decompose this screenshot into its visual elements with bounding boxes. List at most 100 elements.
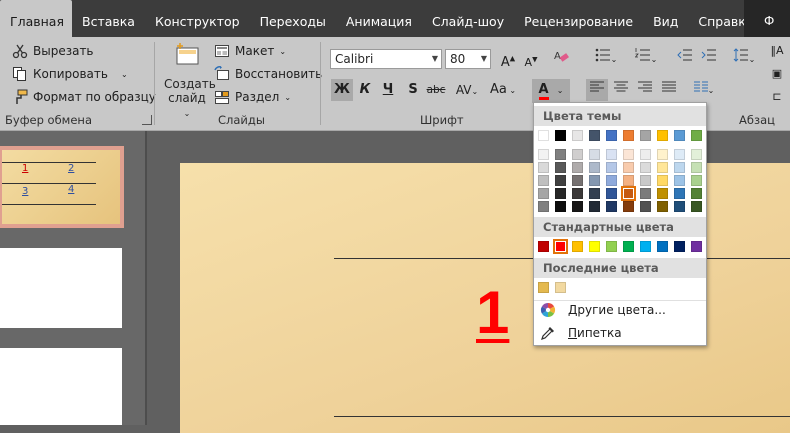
section-button[interactable]: Раздел ⌄ <box>214 89 291 105</box>
character-spacing-button[interactable]: AV⌄ <box>452 79 482 101</box>
increase-font-button[interactable]: A▲ <box>497 48 519 70</box>
copy-button[interactable]: Копировать ⌄ <box>12 66 128 82</box>
theme-shade-swatch[interactable] <box>657 162 668 173</box>
theme-shade-swatch[interactable] <box>606 201 617 212</box>
theme-shade-swatch[interactable] <box>538 188 549 199</box>
decrease-font-button[interactable]: A▼ <box>520 48 542 70</box>
smartart-button[interactable]: ⊏ <box>766 86 788 108</box>
theme-shade-swatch[interactable] <box>572 162 583 173</box>
change-case-button[interactable]: Aa ⌄ <box>487 79 519 101</box>
theme-shade-swatch[interactable] <box>640 149 651 160</box>
standard-color-swatch[interactable] <box>572 241 583 252</box>
font-size-combobox[interactable]: 80 ▼ <box>445 49 491 69</box>
theme-shade-swatch[interactable] <box>640 188 651 199</box>
theme-color-swatch[interactable] <box>606 130 617 141</box>
theme-shade-swatch[interactable] <box>623 162 634 173</box>
theme-shade-swatch[interactable] <box>538 201 549 212</box>
standard-color-swatch[interactable] <box>691 241 702 252</box>
standard-color-swatch[interactable] <box>674 241 685 252</box>
theme-shade-swatch[interactable] <box>691 201 702 212</box>
slide-thumbnail-3[interactable] <box>0 348 122 425</box>
slide-thumbnail-1[interactable]: 1 2 3 4 <box>0 146 124 228</box>
theme-shade-swatch[interactable] <box>674 201 685 212</box>
theme-color-swatch[interactable] <box>691 130 702 141</box>
theme-color-swatch[interactable] <box>623 130 634 141</box>
theme-shade-swatch[interactable] <box>555 175 566 186</box>
theme-shade-swatch[interactable] <box>691 188 702 199</box>
theme-shade-swatch[interactable] <box>674 149 685 160</box>
theme-shade-swatch[interactable] <box>589 175 600 186</box>
theme-shade-swatch[interactable] <box>640 175 651 186</box>
theme-color-swatch[interactable] <box>572 130 583 141</box>
theme-shade-swatch[interactable] <box>572 149 583 160</box>
slide-cell-number[interactable]: 1 <box>476 278 509 348</box>
standard-color-swatch[interactable] <box>640 241 651 252</box>
tab-file-right[interactable]: Ф <box>744 0 790 37</box>
slide-thumbnail-2[interactable] <box>0 248 122 328</box>
eyedropper-item[interactable]: Пипетка <box>534 322 706 344</box>
tab-view[interactable]: Вид <box>643 0 688 37</box>
theme-color-swatch[interactable] <box>555 130 566 141</box>
theme-shade-swatch[interactable] <box>640 162 651 173</box>
layout-button[interactable]: Макет ⌄ <box>214 43 286 59</box>
align-text-button[interactable]: ▣ <box>766 63 788 85</box>
theme-shade-swatch[interactable] <box>691 175 702 186</box>
theme-color-swatch[interactable] <box>674 130 685 141</box>
standard-color-swatch[interactable] <box>657 241 668 252</box>
theme-shade-swatch[interactable] <box>572 201 583 212</box>
chevron-down-icon[interactable]: ⌄ <box>121 70 128 79</box>
theme-shade-swatch[interactable] <box>572 175 583 186</box>
theme-shade-swatch[interactable] <box>623 175 634 186</box>
tab-home[interactable]: Главная <box>0 0 72 37</box>
tab-design[interactable]: Конструктор <box>145 0 250 37</box>
text-direction-button[interactable]: ‖A <box>766 40 788 62</box>
theme-shade-swatch[interactable] <box>657 188 668 199</box>
theme-shade-swatch[interactable] <box>555 162 566 173</box>
theme-shade-swatch[interactable] <box>640 201 651 212</box>
theme-shade-swatch[interactable] <box>606 188 617 199</box>
pane-divider[interactable] <box>145 131 147 425</box>
theme-shade-swatch[interactable] <box>606 175 617 186</box>
tab-review[interactable]: Рецензирование <box>514 0 643 37</box>
italic-button[interactable]: К <box>354 79 376 101</box>
columns-button[interactable]: ⌄ <box>688 79 720 101</box>
dropdown-arrow-icon[interactable]: ▼ <box>481 50 487 68</box>
theme-shade-swatch[interactable] <box>555 201 566 212</box>
theme-shade-swatch[interactable] <box>555 149 566 160</box>
decrease-indent-button[interactable] <box>674 48 696 70</box>
underline-button[interactable]: Ч <box>377 79 399 101</box>
theme-color-swatch[interactable] <box>589 130 600 141</box>
theme-shade-swatch[interactable] <box>606 149 617 160</box>
recent-color-swatch[interactable] <box>538 282 549 293</box>
reset-button[interactable]: Восстановить <box>214 66 322 82</box>
theme-shade-swatch[interactable] <box>657 175 668 186</box>
theme-shade-swatch[interactable] <box>572 188 583 199</box>
theme-color-swatch[interactable] <box>538 130 549 141</box>
numbering-button[interactable]: ⌄ <box>630 48 662 70</box>
theme-shade-swatch[interactable] <box>674 188 685 199</box>
standard-color-swatch[interactable] <box>623 241 634 252</box>
theme-color-swatch[interactable] <box>657 130 668 141</box>
shadow-button[interactable]: S <box>402 79 424 101</box>
standard-color-swatch[interactable] <box>538 241 549 252</box>
cut-button[interactable]: Вырезать <box>12 43 94 59</box>
theme-shade-swatch[interactable] <box>623 201 634 212</box>
tab-transitions[interactable]: Переходы <box>250 0 336 37</box>
justify-button[interactable] <box>658 79 680 101</box>
theme-shade-swatch[interactable] <box>606 162 617 173</box>
more-colors-item[interactable]: Другие цвета... <box>534 299 706 321</box>
theme-shade-swatch[interactable] <box>589 201 600 212</box>
theme-shade-swatch[interactable] <box>538 162 549 173</box>
standard-color-swatch[interactable] <box>606 241 617 252</box>
theme-shade-swatch[interactable] <box>538 149 549 160</box>
bold-button[interactable]: Ж <box>331 79 353 101</box>
font-name-combobox[interactable]: Calibri ▼ <box>330 49 442 69</box>
bullets-button[interactable]: ⌄ <box>590 48 622 70</box>
clear-formatting-button[interactable]: A <box>550 48 572 70</box>
theme-shade-swatch[interactable] <box>691 149 702 160</box>
theme-shade-swatch[interactable] <box>657 149 668 160</box>
format-painter-button[interactable]: Формат по образцу <box>12 89 156 105</box>
tab-slideshow[interactable]: Слайд-шоу <box>422 0 514 37</box>
clipboard-dialog-launcher[interactable] <box>142 115 152 125</box>
theme-shade-swatch[interactable] <box>589 162 600 173</box>
